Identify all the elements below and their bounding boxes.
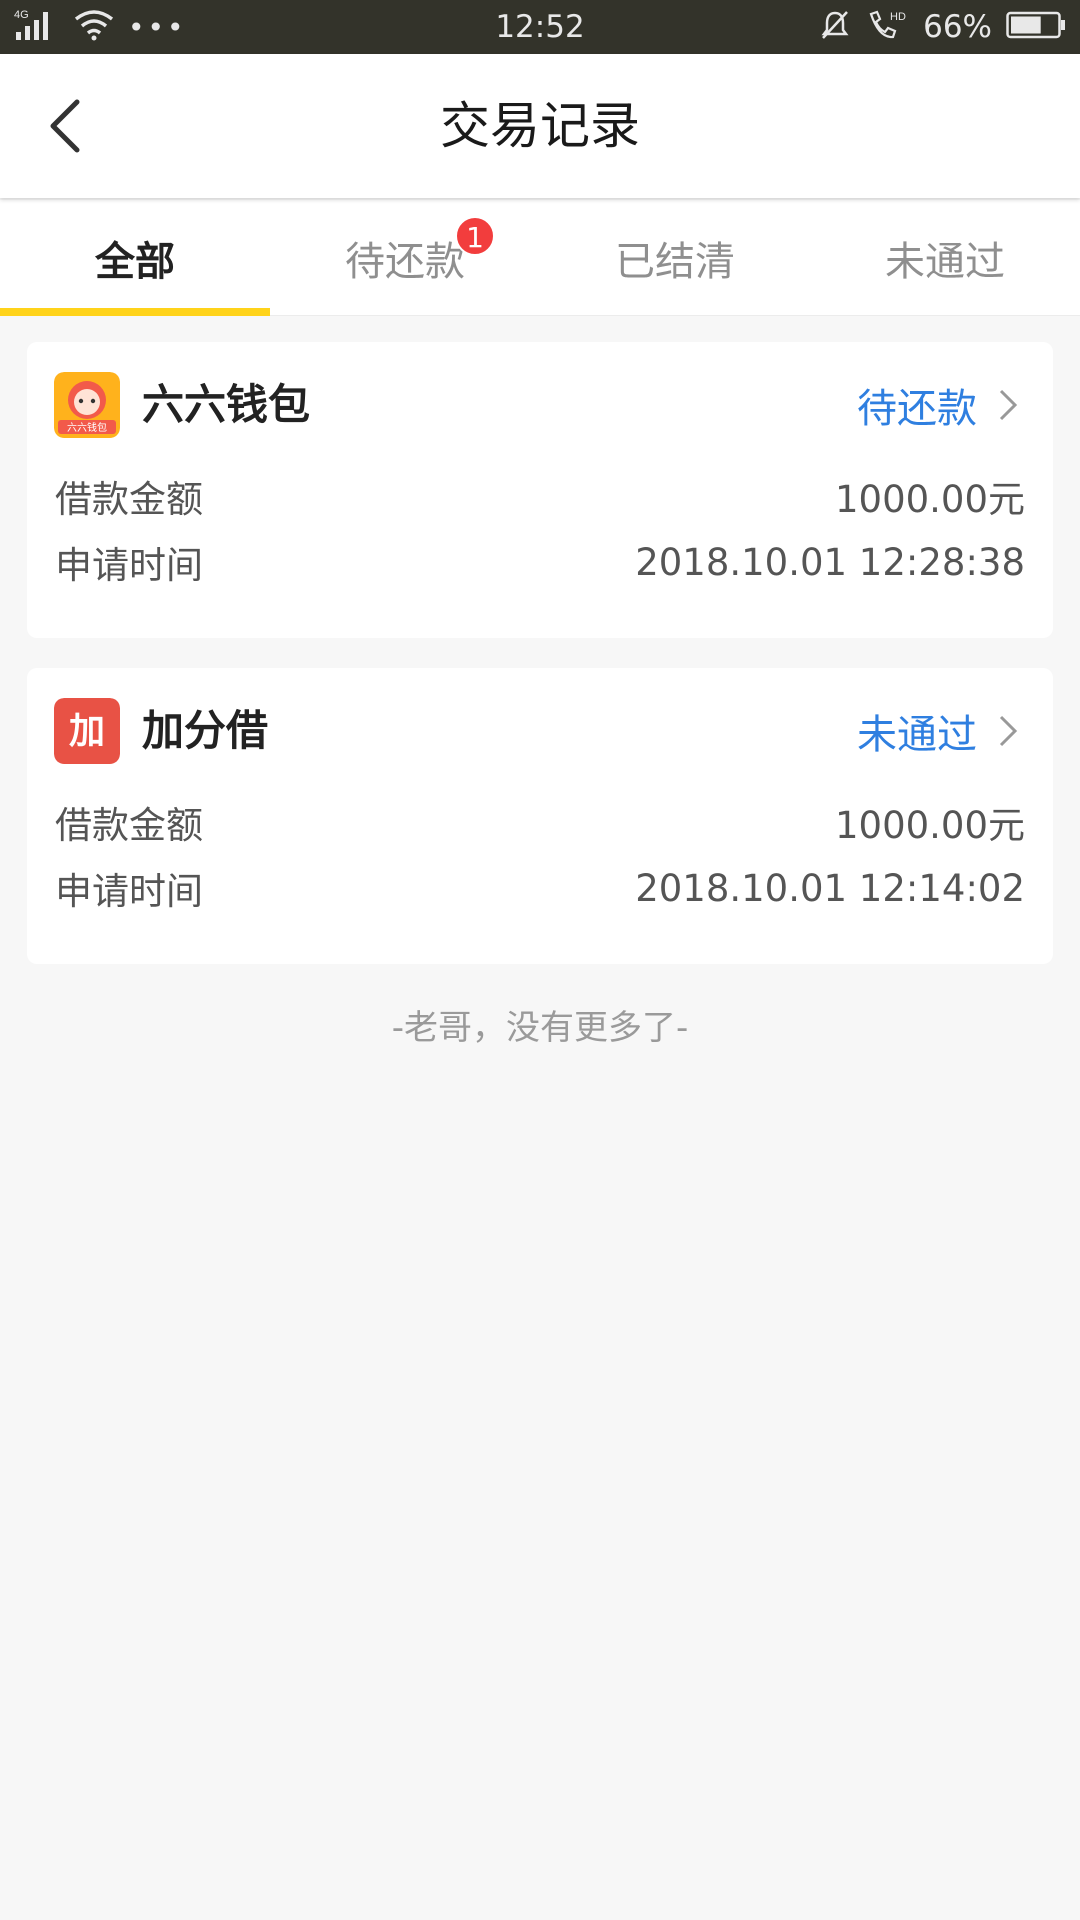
time-label: 申请时间 — [55, 544, 203, 587]
battery-icon — [1006, 11, 1066, 43]
app-name: 加分借 — [142, 706, 269, 755]
more-notifications-icon: ••• — [128, 10, 187, 44]
status-link[interactable]: 未通过 — [857, 698, 1023, 764]
logo-text: 六六钱包 — [67, 421, 107, 434]
record-card-header[interactable]: 六六钱包 六六钱包 待还款 — [27, 342, 1053, 466]
page-title: 交易记录 — [440, 97, 640, 155]
back-button[interactable] — [30, 90, 100, 162]
record-card[interactable]: 加 加分借 未通过 借款金额 1000.00元 申请时间 2018.10.01 … — [27, 668, 1053, 964]
tab-pending-repayment[interactable]: 待还款 — [270, 200, 540, 316]
amount-label: 借款金额 — [55, 804, 203, 847]
wifi-icon — [74, 9, 114, 45]
jiafenjie-logo-icon: 加 — [54, 698, 120, 764]
time-value: 2018.10.01 12:14:02 — [635, 866, 1025, 910]
chevron-left-icon — [50, 99, 80, 153]
amount-row: 借款金额 1000.00元 — [55, 466, 1025, 526]
network-type-label: 4G — [14, 9, 29, 21]
mute-bell-icon — [819, 9, 851, 45]
status-bar-right: HD 66% — [819, 8, 1066, 46]
hd-call-icon: HD — [865, 8, 909, 46]
status-link[interactable]: 待还款 — [857, 372, 1023, 438]
tab-badge-count: 1 — [455, 216, 495, 256]
time-value: 2018.10.01 12:28:38 — [635, 540, 1025, 584]
amount-value: 1000.00元 — [834, 804, 1025, 847]
liuliu-wallet-logo-icon: 六六钱包 — [54, 372, 120, 438]
logo-text: 加 — [69, 711, 105, 752]
title-bar: 交易记录 — [0, 54, 1080, 198]
signal-icon: 4G — [14, 8, 60, 46]
amount-value: 1000.00元 — [834, 478, 1025, 521]
hd-label: HD — [890, 11, 906, 23]
time-row: 申请时间 2018.10.01 12:14:02 — [55, 858, 1025, 918]
status-bar-left: 4G ••• — [14, 8, 187, 46]
status-bar: 4G ••• 12:52 HD 66% — [0, 0, 1080, 54]
tab-bar: 全部 待还款 已结清 未通过 — [0, 200, 1080, 316]
amount-row: 借款金额 1000.00元 — [55, 792, 1025, 852]
tab-settled[interactable]: 已结清 — [540, 200, 810, 316]
chevron-right-icon — [999, 715, 1018, 747]
record-status: 未通过 — [857, 712, 977, 758]
amount-label: 借款金额 — [55, 478, 203, 521]
tab-all[interactable]: 全部 — [0, 200, 270, 316]
battery-fill — [1011, 16, 1041, 34]
time-label: 申请时间 — [55, 870, 203, 913]
record-card[interactable]: 六六钱包 六六钱包 待还款 借款金额 1000.00元 申请时间 2018.10… — [27, 342, 1053, 638]
app-name: 六六钱包 — [142, 380, 311, 429]
battery-percent: 66% — [923, 9, 992, 45]
chevron-right-icon — [999, 389, 1018, 421]
record-card-header[interactable]: 加 加分借 未通过 — [27, 668, 1053, 792]
tab-rejected[interactable]: 未通过 — [810, 200, 1080, 316]
end-of-list-note: -老哥，没有更多了- — [391, 1008, 689, 1048]
record-status: 待还款 — [857, 386, 977, 432]
time-row: 申请时间 2018.10.01 12:28:38 — [55, 532, 1025, 592]
